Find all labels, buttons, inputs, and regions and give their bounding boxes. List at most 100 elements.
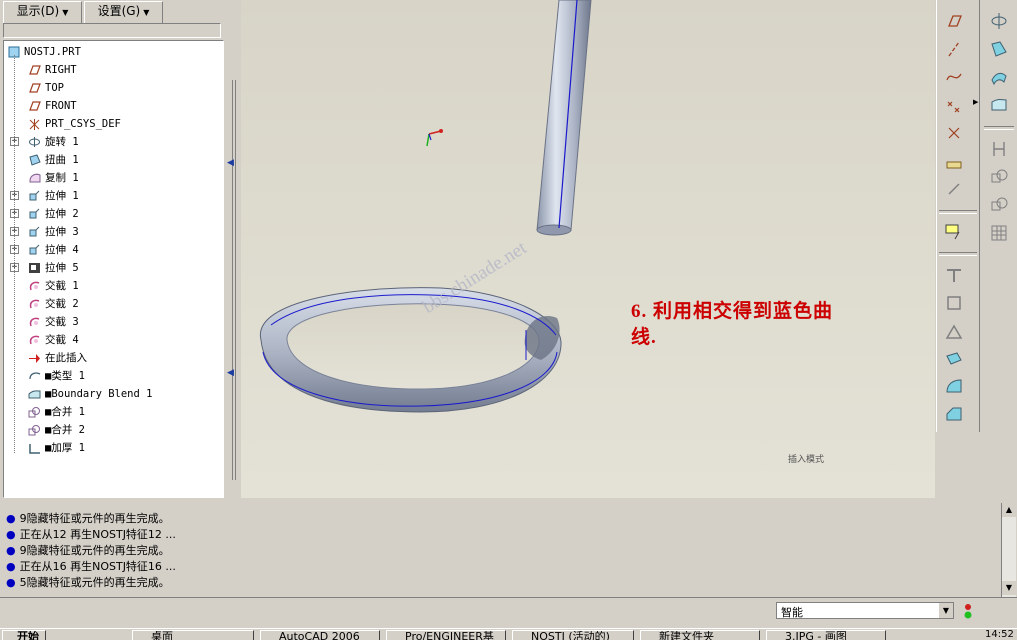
model-tree[interactable]: NOSTJ.PRT RIGHT TOP FRONT PRT_CSYS_DEF + 旋转 1… bbox=[3, 40, 224, 498]
chamfer-icon bbox=[946, 407, 962, 421]
revolve-button[interactable] bbox=[988, 10, 1010, 32]
message-line: ● 9隐藏特征或元件的再生完成。 bbox=[6, 511, 170, 527]
flyout-arrow-icon: ▶ bbox=[973, 98, 979, 106]
taskbar-button[interactable]: 桌面 bbox=[132, 630, 254, 640]
tree-connector bbox=[14, 55, 15, 453]
tree-item-label: 拉伸 2 bbox=[45, 208, 79, 220]
hole-button[interactable] bbox=[943, 348, 965, 370]
analysis-icon bbox=[946, 161, 962, 169]
tree-item-label: PRT_CSYS_DEF bbox=[45, 118, 121, 130]
pattern-icon bbox=[991, 225, 1007, 241]
revolve-icon bbox=[991, 13, 1007, 29]
taskbar-button[interactable]: NOSTJ (活动的) bbox=[512, 630, 634, 640]
merge-button[interactable] bbox=[988, 166, 1010, 188]
tree-item-label: ■合并 2 bbox=[45, 424, 85, 436]
chamfer-button[interactable] bbox=[943, 404, 965, 426]
boundary-blend-button[interactable] bbox=[988, 94, 1010, 116]
style-icon bbox=[29, 372, 41, 380]
filter-value: 智能 bbox=[781, 606, 803, 619]
bullet-icon: ● bbox=[6, 528, 16, 541]
sketch-button[interactable] bbox=[943, 178, 965, 200]
warp-icon bbox=[29, 154, 41, 166]
blend-icon bbox=[991, 72, 1007, 86]
settings-menu-button[interactable]: 设置(G) ▼ bbox=[84, 1, 163, 24]
tree-item-label: 在此插入 bbox=[45, 352, 87, 364]
insert-here-arrow-icon bbox=[29, 354, 40, 363]
round-button[interactable] bbox=[943, 264, 965, 286]
datum-axis-button[interactable] bbox=[943, 38, 965, 60]
draft-button[interactable] bbox=[943, 320, 965, 342]
graphics-window[interactable]: bbs.chinade.net 6. 利用相交得到蓝色曲 线. 插入模式 bbox=[241, 0, 935, 498]
sweep-icon bbox=[991, 41, 1007, 57]
extrude-icon bbox=[29, 190, 40, 201]
datum-axis-icon bbox=[948, 41, 960, 57]
copy-icon bbox=[29, 173, 41, 183]
message-scrollbar[interactable]: ▲ ▼ bbox=[1001, 503, 1016, 597]
tree-item-label: TOP bbox=[45, 82, 64, 94]
pattern-button[interactable] bbox=[988, 222, 1010, 244]
taskbar-button[interactable]: Pro/ENGINEER基 bbox=[386, 630, 506, 640]
tree-item-label: 交截 4 bbox=[45, 334, 79, 346]
taskbar: 开始 桌面 AutoCAD 2006 Pro/ENGINEER基 NOSTJ (活动的… bbox=[0, 628, 1017, 640]
intersect-icon bbox=[29, 299, 40, 309]
tree-item-label: 旋转 1 bbox=[45, 136, 79, 148]
datum-curve-button[interactable] bbox=[943, 66, 965, 88]
trim-button[interactable] bbox=[988, 138, 1010, 160]
message-text: 正在从12 再生NOSTJ特征12 ... bbox=[19, 528, 176, 541]
csys-icon bbox=[29, 119, 40, 130]
sweep-button[interactable] bbox=[988, 38, 1010, 60]
tree-item-label: 扭曲 1 bbox=[45, 154, 79, 166]
model-viewport[interactable] bbox=[241, 0, 935, 498]
intersect-icon bbox=[991, 197, 1008, 211]
start-button[interactable]: 开始 bbox=[2, 630, 46, 640]
status-bar: 智能 ▼ bbox=[0, 597, 1017, 627]
datum-plane-button[interactable] bbox=[943, 10, 965, 32]
splitter[interactable]: ◀ ◀ bbox=[226, 40, 240, 498]
round-feature-button[interactable] bbox=[943, 376, 965, 398]
annotation-button[interactable] bbox=[943, 220, 965, 242]
taskbar-button[interactable]: 新建文件夹 bbox=[640, 630, 760, 640]
message-line: ● 9隐藏特征或元件的再生完成。 bbox=[6, 543, 170, 559]
blend-button[interactable] bbox=[988, 66, 1010, 88]
display-menu-button[interactable]: 显示(D) ▼ bbox=[3, 1, 82, 24]
tree-item-label: 拉伸 3 bbox=[45, 226, 79, 238]
trim-icon bbox=[993, 142, 1005, 156]
tree-item-label: ■加厚 1 bbox=[45, 442, 85, 454]
scroll-down-icon[interactable]: ▼ bbox=[1002, 581, 1016, 595]
traffic-light-icon bbox=[962, 602, 974, 620]
tree-item-label: 拉伸 4 bbox=[45, 244, 79, 256]
datum-point-button[interactable]: ▶ bbox=[943, 94, 978, 116]
collapse-left-icon[interactable]: ◀ bbox=[227, 158, 234, 168]
scroll-up-icon[interactable]: ▲ bbox=[1002, 503, 1016, 517]
tree-item-label: 交截 3 bbox=[45, 316, 79, 328]
intersect-icon bbox=[29, 281, 40, 291]
collapse-left-icon[interactable]: ◀ bbox=[227, 368, 234, 378]
shell-button[interactable] bbox=[943, 292, 965, 314]
chevron-down-icon: ▼ bbox=[143, 8, 150, 17]
toolbar-separator bbox=[939, 252, 977, 256]
taskbar-button[interactable]: AutoCAD 2006 bbox=[260, 630, 380, 640]
message-text: 9隐藏特征或元件的再生完成。 bbox=[19, 512, 170, 525]
round-icon bbox=[946, 379, 962, 393]
datum-plane-icon bbox=[29, 101, 41, 111]
chevron-down-icon[interactable]: ▼ bbox=[939, 603, 953, 618]
taskbar-button-label: 3.JPG - 画图 bbox=[785, 630, 847, 640]
datum-analysis-button[interactable] bbox=[943, 150, 965, 172]
taskbar-button[interactable]: 3.JPG - 画图 bbox=[766, 630, 886, 640]
bullet-icon: ● bbox=[6, 560, 16, 573]
settings-menu-label: 设置(G) bbox=[97, 4, 141, 18]
tree-root-label: NOSTJ.PRT bbox=[24, 46, 81, 58]
datum-csys-button[interactable] bbox=[943, 122, 965, 144]
intersect-button[interactable] bbox=[988, 194, 1010, 216]
message-line: ● 5隐藏特征或元件的再生完成。 bbox=[6, 575, 170, 591]
merge-icon bbox=[28, 407, 40, 418]
tree-item-label: RIGHT bbox=[45, 64, 77, 76]
extrude-icon bbox=[29, 226, 40, 237]
revolve-icon bbox=[29, 137, 40, 147]
taskbar-button-label: 新建文件夹 bbox=[659, 630, 714, 640]
filter-select[interactable]: 智能 ▼ bbox=[776, 602, 954, 619]
message-area[interactable]: ● 9隐藏特征或元件的再生完成。 ● 正在从12 再生NOSTJ特征12 ... ● 9隐… bbox=[0, 503, 1000, 597]
datum-plane-icon bbox=[29, 65, 41, 75]
datum-point-icon bbox=[947, 101, 960, 113]
chevron-down-icon: ▼ bbox=[62, 8, 69, 17]
